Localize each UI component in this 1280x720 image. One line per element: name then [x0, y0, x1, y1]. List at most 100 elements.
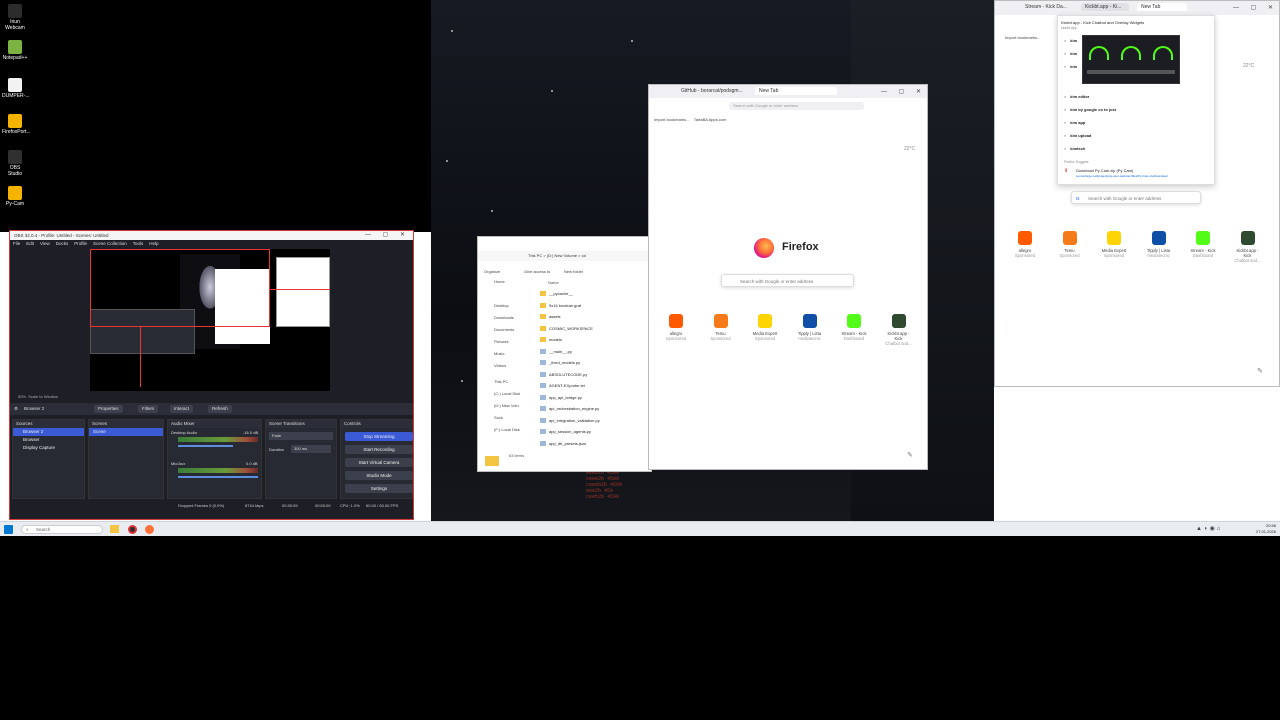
nav-item[interactable]: Desktop: [494, 303, 509, 308]
shortcut-tile[interactable]: Temu Sponsored: [706, 314, 736, 341]
file-row[interactable]: assets: [540, 312, 650, 322]
taskbar-explorer-icon[interactable]: [110, 525, 119, 533]
transition-select[interactable]: Fade: [269, 432, 333, 440]
ff-right-tab-kickbt[interactable]: Kickbt.app - Ki...: [1081, 3, 1129, 11]
file-row[interactable]: 9x16 boolean graf: [540, 301, 650, 311]
ff-right-tab-newtab[interactable]: New Tab: [1137, 3, 1187, 11]
source-item[interactable]: Browser: [13, 436, 84, 444]
nav-item[interactable]: This PC: [494, 379, 508, 384]
explorer-toolbar-button[interactable]: Organize: [484, 267, 500, 277]
nav-item[interactable]: Music: [494, 351, 504, 356]
file-explorer-window[interactable]: This PC > (D:) New Volume > cd Organize G…: [477, 236, 652, 472]
taskbar-firefox-icon[interactable]: [145, 525, 154, 534]
explorer-toolbar-button[interactable]: New folder: [564, 267, 583, 277]
gear-icon[interactable]: ⚙: [14, 403, 18, 415]
shortcut-tile[interactable]: Tipply | Lista mediatecnic: [795, 314, 825, 341]
interact-button[interactable]: Interact: [170, 405, 194, 413]
nav-item[interactable]: (C:) Local Disk: [494, 391, 520, 396]
shortcut-tile[interactable]: allegro Sponsored: [661, 314, 691, 341]
start-icon[interactable]: [4, 525, 13, 534]
control-button[interactable]: Settings: [345, 484, 413, 493]
file-row[interactable]: ABSOLUTECODE.py: [540, 370, 650, 380]
shortcut-tile[interactable]: Stream - Kick Dashboard: [839, 314, 869, 341]
shortcut-tile[interactable]: allegro Sponsored: [1010, 231, 1040, 258]
suggestion-row[interactable]: ⌕ kim: [1064, 49, 1212, 59]
firefox-window-right[interactable]: Stream - Kick Da... Kickbt.app - Ki... N…: [994, 0, 1280, 387]
shortcut-tile[interactable]: Media Expert Sponsored: [1099, 231, 1129, 258]
menu-item[interactable]: Profile: [74, 241, 87, 246]
menu-item[interactable]: File: [13, 241, 20, 246]
duration-input[interactable]: 300 ms: [291, 445, 331, 453]
suggestion-row[interactable]: ⌕ kim editor: [1064, 92, 1212, 102]
file-row[interactable]: models: [540, 335, 650, 345]
preview-zoom-bar[interactable]: 50% Scale to Window: [18, 393, 138, 400]
obs-window[interactable]: OBS 32.0.4 - Profile: Untitled - Scenes:…: [9, 230, 414, 520]
ff-mid-urlbar[interactable]: Search with Google or enter address: [729, 102, 864, 110]
suggestion-row[interactable]: ⌕ kim: [1064, 62, 1212, 72]
window-controls[interactable]: — ▢ ✕: [1233, 4, 1278, 11]
ff-mid-tab-newtab[interactable]: New Tab: [755, 87, 837, 95]
control-button[interactable]: Start Virtual Camera: [345, 458, 413, 467]
filters-button[interactable]: Filters: [138, 405, 159, 413]
file-row[interactable]: __pycache__: [540, 289, 650, 299]
edit-pencil-icon[interactable]: ✎: [1257, 367, 1263, 375]
control-button[interactable]: Studio Mode: [345, 471, 413, 480]
taskbar-search[interactable]: ⌕ Search: [21, 525, 103, 534]
menu-item[interactable]: Docks: [56, 241, 69, 246]
control-button[interactable]: Stop Streaming: [345, 432, 413, 441]
explorer-addressbar[interactable]: This PC > (D:) New Volume > cd: [478, 251, 651, 261]
suggestion-row[interactable]: ⌕ kim app: [1064, 118, 1212, 128]
taskbar-obs-icon[interactable]: [128, 525, 137, 534]
file-row[interactable]: app_api_bridge.py: [540, 393, 650, 403]
mic-aux-slider[interactable]: [178, 476, 258, 478]
shortcut-tile[interactable]: Temu Sponsored: [1055, 231, 1085, 258]
shortcut-tile[interactable]: Media Expert Sponsored: [750, 314, 780, 341]
file-row[interactable]: _fixed_models.py: [540, 358, 650, 368]
file-row[interactable]: COSMIC_WORKSPACE: [540, 324, 650, 334]
desktop-icon[interactable]: OBS Studio: [2, 150, 28, 177]
file-row[interactable]: AGENT-EXporter.txt: [540, 381, 650, 391]
scene-item[interactable]: Scene: [89, 428, 163, 436]
desktop-icon[interactable]: Notepad++: [2, 40, 28, 61]
files-column-header[interactable]: Name: [548, 280, 559, 285]
shortcut-tile[interactable]: Kickbt.app - Kick Chatbot and...: [884, 314, 914, 346]
shortcut-tile[interactable]: Tipply | Lista mediatecnic: [1144, 231, 1174, 258]
nav-item[interactable]: Sock: [494, 415, 503, 420]
edit-pencil-icon[interactable]: ✎: [907, 451, 913, 459]
desktop-icon[interactable]: DUMPER-...: [2, 78, 30, 99]
obs-titlebar[interactable]: OBS 32.0.4 - Profile: Untitled - Scenes:…: [10, 231, 413, 240]
preview-selection-box[interactable]: [90, 249, 270, 327]
obs-preview[interactable]: [90, 249, 330, 391]
file-row[interactable]: app_db_presets.json: [540, 439, 650, 449]
firefox-window-middle[interactable]: GitHub - borarcat/podsgm... New Tab — ▢ …: [648, 84, 928, 470]
nav-item[interactable]: Home: [494, 279, 505, 284]
nav-item[interactable]: Downloads: [494, 315, 514, 320]
shortcut-tile[interactable]: Stream - Kick Dashboard: [1188, 231, 1218, 258]
bookmark-import[interactable]: Import bookmarks...: [654, 117, 689, 122]
download-suggestion[interactable]: ⬇ Download Py Cam.zip (Py Cam) sourcefor…: [1064, 168, 1212, 184]
nav-item[interactable]: Pictures: [494, 339, 508, 344]
ff-right-search-box[interactable]: G Search with Google or enter address: [1071, 191, 1201, 204]
nav-item[interactable]: (D:) New Volu: [494, 403, 519, 408]
refresh-button[interactable]: Refresh: [208, 405, 232, 413]
file-row[interactable]: app_session_agents.py: [540, 427, 650, 437]
file-row[interactable]: __main__.py: [540, 347, 650, 357]
desktop-audio-slider[interactable]: [178, 445, 233, 447]
window-controls[interactable]: — ▢ ✕: [365, 231, 410, 240]
desktop-icon[interactable]: Py-Cam: [2, 186, 28, 207]
bookmark-item[interactable]: TartaBA Apps.com: [694, 117, 727, 122]
ff-right-tab-kick[interactable]: Stream - Kick Da...: [1021, 3, 1071, 11]
desktop-icon[interactable]: Iriun Webcam: [2, 4, 28, 31]
explorer-toolbar-button[interactable]: Give access to: [524, 267, 550, 277]
suggestion-row[interactable]: ⌕ kim: [1064, 36, 1212, 46]
window-controls[interactable]: — ▢ ✕: [881, 88, 926, 95]
file-row[interactable]: api_orchestration_engine.py: [540, 404, 650, 414]
ff-mid-tab-github[interactable]: GitHub - borarcat/podsgm...: [677, 87, 751, 95]
suggestion-row[interactable]: ⌕ kim upload: [1064, 131, 1212, 141]
suggestion-row[interactable]: ⌕ kim by google co to just: [1064, 105, 1212, 115]
menu-item[interactable]: View: [40, 241, 50, 246]
tray-icons[interactable]: ▲◗◉⌂: [1196, 525, 1222, 532]
source-item[interactable]: Browser 2: [13, 428, 84, 436]
menu-item[interactable]: Edit: [26, 241, 34, 246]
desktop-icon[interactable]: FirefoxPort...: [2, 114, 31, 135]
